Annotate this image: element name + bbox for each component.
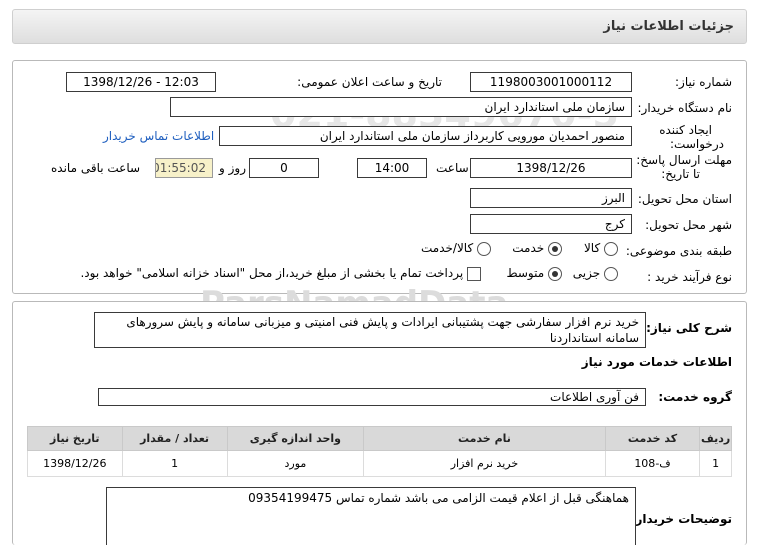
deadline-label-line2: تا تاریخ: (661, 167, 700, 181)
category-label: طبقه بندی موضوعی: (625, 244, 732, 258)
city-label: شهر محل تحویل: (645, 218, 732, 232)
remaining-days-field[interactable]: 0 (249, 158, 319, 178)
buyer-org-field[interactable]: سازمان ملی استاندارد ایران (170, 97, 632, 117)
need-number-label: شماره نیاز: (675, 75, 732, 89)
deadline-date-field[interactable]: 1398/12/26 (470, 158, 632, 178)
cell-need-date: 1398/12/26 (27, 450, 123, 477)
province-label: استان محل تحویل: (637, 192, 732, 206)
col-service-name: نام خدمت (363, 426, 606, 451)
creator-label-line2: درخواست: (670, 137, 724, 151)
table-row: 1 ف-108 خرید نرم افزار مورد 1 1398/12/26 (27, 450, 732, 477)
col-need-date: تاریخ نیاز (27, 426, 123, 451)
treasury-payment-option[interactable]: پرداخت تمام یا بخشی از مبلغ خرید،از محل … (80, 266, 481, 281)
treasury-payment-checkbox[interactable] (467, 266, 481, 281)
service-group-field[interactable]: فن آوری اطلاعات (98, 388, 646, 406)
category-option-goods[interactable]: کالا (584, 241, 618, 256)
process-option-medium[interactable]: متوسط (506, 266, 562, 281)
summary-label: شرح کلی نیاز: (646, 321, 732, 335)
cell-unit: مورد (226, 450, 365, 477)
process-medium-label: متوسط (506, 266, 545, 280)
category-service-radio[interactable] (548, 241, 562, 256)
cell-quantity: 1 (121, 450, 228, 477)
buyer-notes-field[interactable]: هماهنگی قبل از اعلام قیمت الزامی می باشد… (106, 487, 636, 545)
col-row: ردیف (699, 426, 732, 451)
process-medium-radio[interactable] (548, 266, 562, 281)
category-goods-service-label: کالا/خدمت (420, 241, 474, 255)
services-heading: اطلاعات خدمات مورد نیاز (581, 355, 732, 369)
province-field[interactable]: البرز (470, 188, 632, 208)
service-group-label: گروه خدمت: (658, 390, 732, 404)
services-table: ردیف کد خدمت نام خدمت واحد اندازه گیری ت… (27, 426, 732, 477)
remaining-time-field: 01:55:02 (155, 158, 213, 178)
category-goods-radio[interactable] (604, 241, 618, 256)
creator-field[interactable]: منصور احمدیان مورویی کاربرداز سازمان ملی… (219, 126, 632, 146)
summary-field[interactable]: خرید نرم افزار سفارشی جهت پشتیبانی ایراد… (94, 312, 646, 348)
city-field[interactable]: کرج (470, 214, 632, 234)
col-quantity: تعداد / مقدار (121, 426, 228, 451)
category-service-label: خدمت (512, 241, 545, 255)
need-number-field[interactable]: 1198003001000112 (470, 72, 632, 92)
deadline-time-label: ساعت (436, 161, 469, 175)
deadline-time-field[interactable]: 14:00 (357, 158, 427, 178)
treasury-payment-label: پرداخت تمام یا بخشی از مبلغ خرید،از محل … (80, 266, 464, 280)
buyer-org-label: نام دستگاه خریدار: (637, 101, 733, 115)
category-option-goods-service[interactable]: کالا/خدمت (421, 241, 491, 256)
buyer-contact-link[interactable]: اطلاعات تماس خریدار (103, 129, 214, 143)
buyer-notes-label: توضیحات خریدار: (630, 512, 732, 526)
deadline-label-line1: مهلت ارسال پاسخ: (636, 153, 732, 167)
process-minor-label: جزیی (572, 266, 601, 280)
cell-service-name: خرید نرم افزار (363, 450, 606, 477)
col-unit: واحد اندازه گیری (226, 426, 365, 451)
services-table-header: ردیف کد خدمت نام خدمت واحد اندازه گیری ت… (27, 426, 732, 451)
cell-row: 1 (699, 450, 732, 477)
announce-datetime-label: تاریخ و ساعت اعلان عمومی: (297, 75, 442, 89)
remaining-time-label: ساعت باقی مانده (51, 161, 141, 175)
creator-label-line1: ایجاد کننده (659, 123, 712, 137)
process-minor-radio[interactable] (604, 266, 618, 281)
page-header: جزئیات اطلاعات نیاز (12, 9, 747, 44)
cell-service-code: ف-108 (604, 450, 701, 477)
category-goods-label: کالا (583, 241, 601, 255)
page-title: جزئیات اطلاعات نیاز (603, 19, 734, 34)
category-option-service[interactable]: خدمت (512, 241, 562, 256)
remaining-days-label: روز و (219, 161, 246, 175)
category-goods-service-radio[interactable] (477, 241, 491, 256)
col-service-code: کد خدمت (604, 426, 701, 451)
process-type-label: نوع فرآیند خرید : (647, 270, 732, 284)
process-option-minor[interactable]: جزیی (573, 266, 618, 281)
announce-datetime-field[interactable]: 1398/12/26 - 12:03 (66, 72, 216, 92)
